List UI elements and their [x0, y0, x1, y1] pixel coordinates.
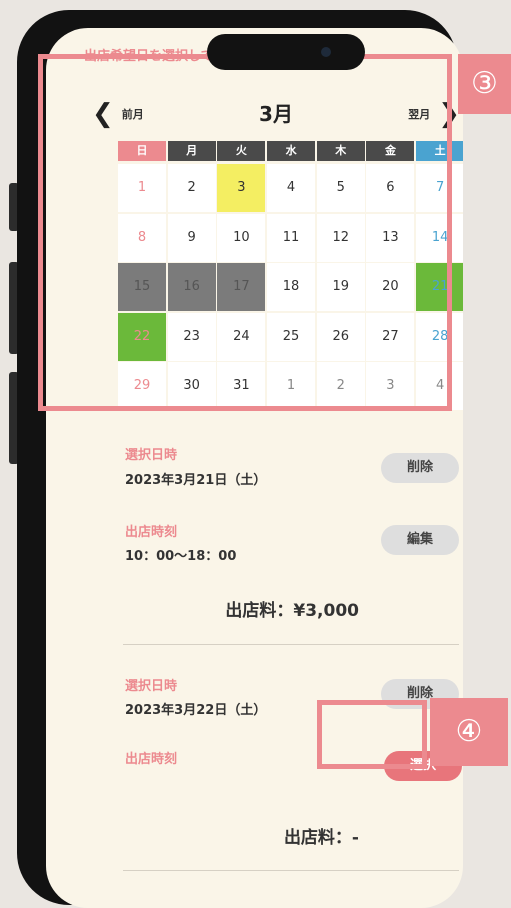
entry-2-fee: 出店料：- [283, 828, 359, 848]
entry-2-date-label: 選択日時 [125, 679, 178, 694]
camera-icon [321, 47, 331, 57]
entry-2-date-value: 2023年3月22日（土） [125, 703, 267, 718]
entry-divider [123, 870, 459, 871]
entry-1-time-value: 10：00〜18：00 [125, 549, 237, 564]
entry-divider [123, 644, 459, 645]
entry-1-edit-button[interactable]: 編集 [381, 525, 459, 555]
entry-1-fee: 出店料：¥3,000 [225, 601, 359, 621]
phone-notch [207, 34, 365, 70]
step-3-highlight-box [38, 54, 452, 411]
entry-1-time-label: 出店時刻 [125, 525, 178, 540]
entry-1-delete-button[interactable]: 削除 [381, 453, 459, 483]
step-4-badge: ④ [430, 698, 508, 766]
entry-1-date-value: 2023年3月21日（土） [125, 473, 267, 488]
step-4-highlight-box [317, 700, 427, 769]
step-3-badge: ③ [458, 54, 511, 114]
entry-1-date-label: 選択日時 [125, 448, 178, 463]
entry-2-time-label: 出店時刻 [125, 752, 178, 767]
